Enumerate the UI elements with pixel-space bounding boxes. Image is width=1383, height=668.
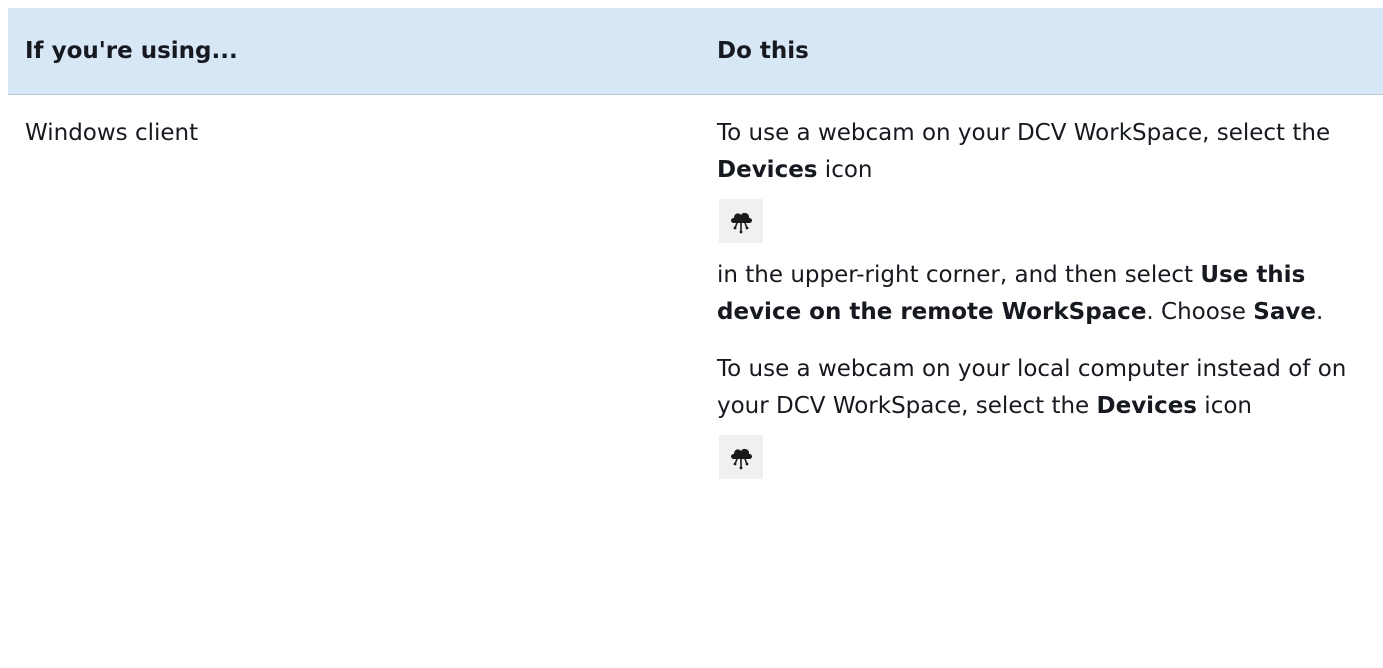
text-segment: icon <box>817 157 873 183</box>
table-header-row: If you're using... Do this <box>8 8 1383 95</box>
page: If you're using... Do this Windows clien… <box>0 0 1383 668</box>
text-segment: To use a webcam on your DCV WorkSpace, s… <box>717 120 1331 146</box>
text-segment: . <box>1315 299 1324 325</box>
devices-label: Devices <box>717 157 818 183</box>
devices-label: Devices <box>1096 393 1198 419</box>
instruction-paragraph-2: in the upper-right corner, and then sele… <box>717 257 1377 331</box>
text-segment: icon <box>1197 393 1252 419</box>
instructions-cell: To use a webcam on your DCV WorkSpace, s… <box>717 115 1377 493</box>
client-cell: Windows client <box>25 120 199 146</box>
table-header-using: If you're using... <box>25 38 238 64</box>
devices-icon <box>719 199 763 243</box>
devices-icon <box>719 435 763 479</box>
text-segment: . Choose <box>1146 299 1254 325</box>
text-segment: in the upper-right corner, and then sele… <box>717 262 1201 288</box>
instruction-paragraph-3: To use a webcam on your local computer i… <box>717 351 1377 425</box>
table-header-do-this: Do this <box>717 38 809 64</box>
table-row: Windows client To use a webcam on your D… <box>8 95 1383 668</box>
instruction-paragraph-1: To use a webcam on your DCV WorkSpace, s… <box>717 115 1377 189</box>
save-label: Save <box>1253 299 1316 325</box>
